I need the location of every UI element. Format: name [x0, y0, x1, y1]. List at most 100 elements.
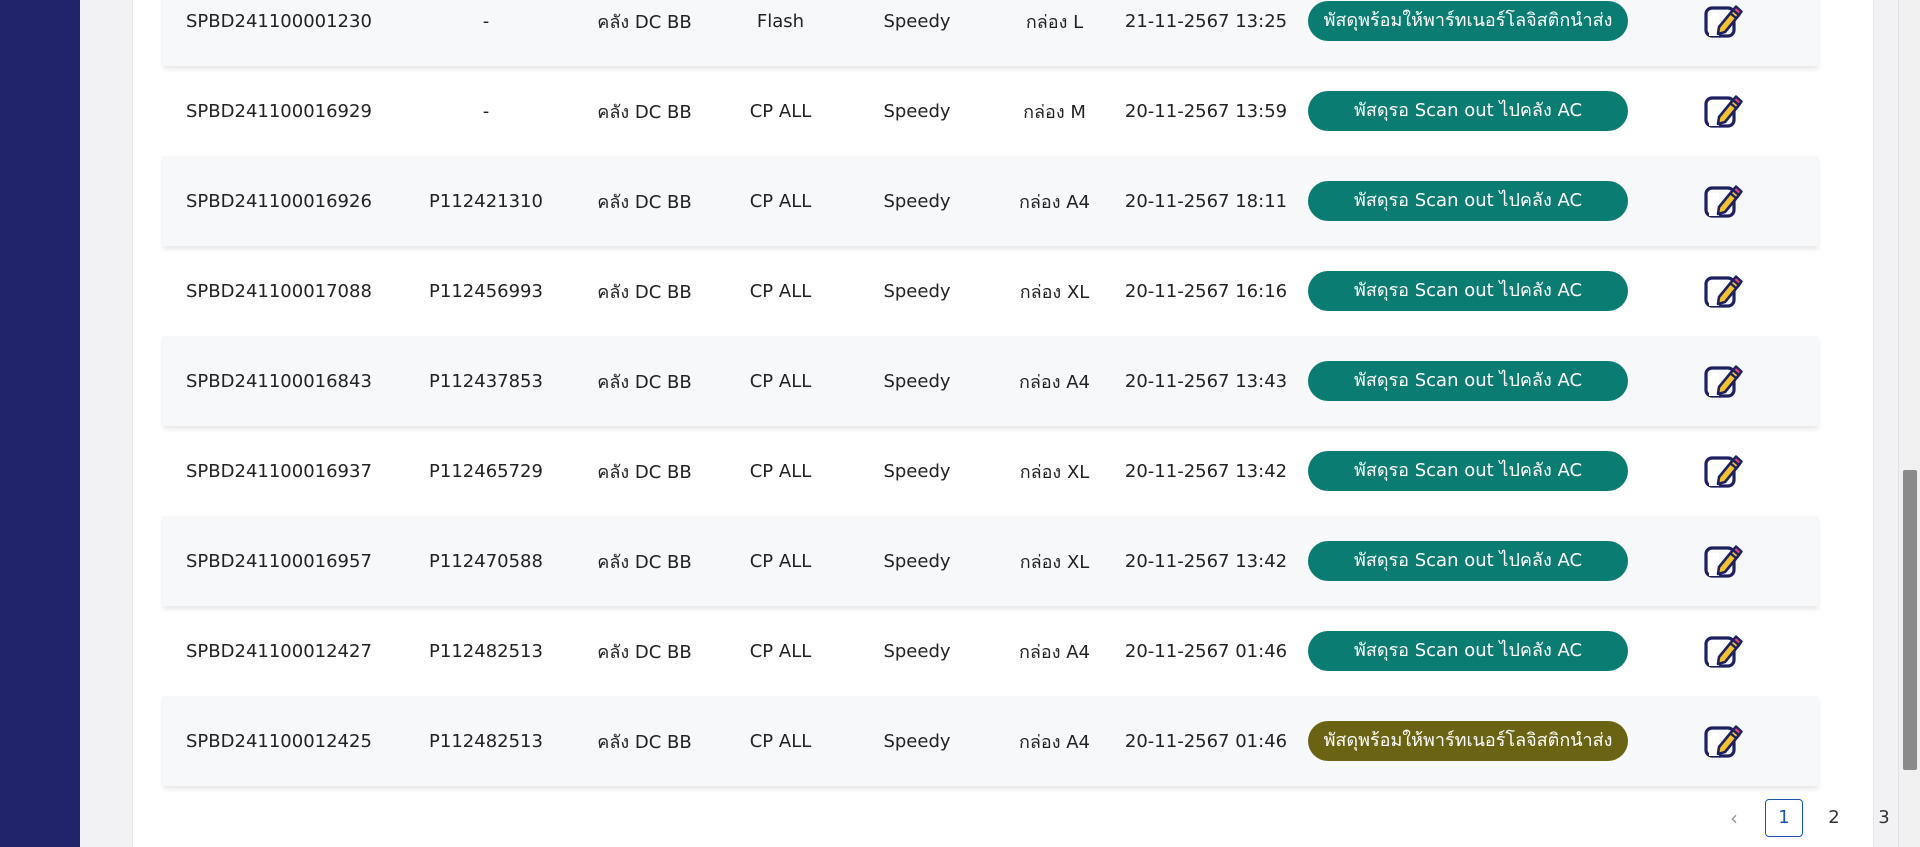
vertical-scrollbar[interactable] [1898, 0, 1920, 847]
status-badge: พัสดุพร้อมให้พาร์ทเนอร์โลจิสติกนำส่ง [1308, 721, 1628, 761]
warehouse-cell: คลัง DC BB [597, 641, 692, 663]
carrier-cell: CP ALL [749, 100, 812, 122]
edit-button[interactable] [1702, 720, 1744, 762]
edit-icon [1704, 185, 1743, 218]
parcel-id-cell: SPBD241100001230 [186, 10, 372, 32]
parcel-id-cell: SPBD241100016957 [186, 550, 372, 572]
scrollbar-thumb[interactable] [1903, 470, 1917, 770]
warehouse-cell: คลัง DC BB [597, 461, 692, 483]
datetime-cell: 20-11-2567 01:46 [1124, 640, 1288, 662]
parcel-id-cell: SPBD241100016843 [186, 370, 372, 392]
status-badge: พัสดุรอ Scan out ไปคลัง AC [1308, 451, 1628, 491]
box-size-cell: กล่อง A4 [1018, 371, 1090, 393]
pagination: ‹ 1 2 3 › [1715, 799, 1920, 837]
status-badge: พัสดุรอ Scan out ไปคลัง AC [1308, 181, 1628, 221]
parcel-table: SPBD241100001230 - คลัง DC BB Flash Spee… [163, 0, 1818, 786]
status-cell: พัสดุรอ Scan out ไปคลัง AC [1288, 361, 1648, 401]
carrier-cell: Flash [756, 10, 805, 32]
main-content: SPBD241100001230 - คลัง DC BB Flash Spee… [80, 0, 1898, 847]
po-number-cell: P112456993 [429, 280, 543, 302]
status-badge: พัสดุรอ Scan out ไปคลัง AC [1308, 361, 1628, 401]
datetime-cell: 20-11-2567 13:43 [1124, 370, 1288, 392]
po-number-cell: - [482, 100, 490, 122]
po-number-cell: P112421310 [429, 190, 543, 212]
status-cell: พัสดุรอ Scan out ไปคลัง AC [1288, 91, 1648, 131]
parcel-id-cell: SPBD241100016929 [186, 100, 372, 122]
edit-cell [1648, 180, 1798, 222]
datetime-cell: 20-11-2567 13:59 [1124, 100, 1288, 122]
edit-icon [1704, 545, 1743, 578]
warehouse-cell: คลัง DC BB [597, 731, 692, 753]
edit-button[interactable] [1702, 450, 1744, 492]
status-cell: พัสดุรอ Scan out ไปคลัง AC [1288, 451, 1648, 491]
table-row: SPBD241100012427 P112482513 คลัง DC BB C… [163, 606, 1818, 696]
parcel-id-cell: SPBD241100016937 [186, 460, 372, 482]
table-row: SPBD241100016937 P112465729 คลัง DC BB C… [163, 426, 1818, 516]
datetime-cell: 20-11-2567 13:42 [1124, 460, 1288, 482]
box-size-cell: กล่อง A4 [1018, 641, 1090, 663]
edit-cell [1648, 720, 1798, 762]
service-cell: Speedy [883, 190, 951, 212]
edit-button[interactable] [1702, 0, 1744, 42]
edit-icon [1704, 5, 1743, 38]
table-row: SPBD241100016957 P112470588 คลัง DC BB C… [163, 516, 1818, 606]
status-badge: พัสดุรอ Scan out ไปคลัง AC [1308, 541, 1628, 581]
box-size-cell: กล่อง XL [1019, 461, 1090, 483]
service-cell: Speedy [883, 280, 951, 302]
warehouse-cell: คลัง DC BB [597, 281, 692, 303]
warehouse-cell: คลัง DC BB [597, 551, 692, 573]
datetime-cell: 20-11-2567 01:46 [1124, 730, 1288, 752]
datetime-cell: 20-11-2567 16:16 [1124, 280, 1288, 302]
status-badge: พัสดุพร้อมให้พาร์ทเนอร์โลจิสติกนำส่ง [1308, 1, 1628, 41]
status-cell: พัสดุรอ Scan out ไปคลัง AC [1288, 541, 1648, 581]
table-row: SPBD241100016929 - คลัง DC BB CP ALL Spe… [163, 66, 1818, 156]
parcel-id-cell: SPBD241100016926 [186, 190, 372, 212]
parcel-id-cell: SPBD241100012427 [186, 640, 372, 662]
status-badge: พัสดุรอ Scan out ไปคลัง AC [1308, 91, 1628, 131]
status-cell: พัสดุพร้อมให้พาร์ทเนอร์โลจิสติกนำส่ง [1288, 721, 1648, 761]
edit-cell [1648, 540, 1798, 582]
table-row: SPBD241100016843 P112437853 คลัง DC BB C… [163, 336, 1818, 426]
service-cell: Speedy [883, 550, 951, 572]
po-number-cell: P112465729 [429, 460, 543, 482]
edit-button[interactable] [1702, 270, 1744, 312]
edit-icon [1704, 365, 1743, 398]
box-size-cell: กล่อง M [1023, 101, 1086, 123]
edit-button[interactable] [1702, 360, 1744, 402]
prev-page-button[interactable]: ‹ [1715, 799, 1753, 837]
carrier-cell: CP ALL [749, 640, 812, 662]
edit-button[interactable] [1702, 540, 1744, 582]
carrier-cell: CP ALL [749, 280, 812, 302]
table-row: SPBD241100017088 P112456993 คลัง DC BB C… [163, 246, 1818, 336]
edit-button[interactable] [1702, 90, 1744, 132]
box-size-cell: กล่อง A4 [1018, 191, 1090, 213]
warehouse-cell: คลัง DC BB [597, 101, 692, 123]
edit-button[interactable] [1702, 180, 1744, 222]
status-badge: พัสดุรอ Scan out ไปคลัง AC [1308, 631, 1628, 671]
edit-icon [1704, 95, 1743, 128]
edit-cell [1648, 450, 1798, 492]
table-row: SPBD241100012425 P112482513 คลัง DC BB C… [163, 696, 1818, 786]
datetime-cell: 20-11-2567 18:11 [1124, 190, 1288, 212]
status-cell: พัสดุพร้อมให้พาร์ทเนอร์โลจิสติกนำส่ง [1288, 1, 1648, 41]
box-size-cell: กล่อง L [1025, 11, 1084, 33]
parcel-table-card: SPBD241100001230 - คลัง DC BB Flash Spee… [132, 0, 1890, 847]
edit-cell [1648, 360, 1798, 402]
box-size-cell: กล่อง XL [1019, 551, 1090, 573]
service-cell: Speedy [883, 460, 951, 482]
edit-button[interactable] [1702, 630, 1744, 672]
edit-icon [1704, 275, 1743, 308]
page-2-button[interactable]: 2 [1815, 799, 1853, 837]
status-cell: พัสดุรอ Scan out ไปคลัง AC [1288, 271, 1648, 311]
carrier-cell: CP ALL [749, 730, 812, 752]
po-number-cell: P112482513 [429, 640, 543, 662]
edit-cell [1648, 90, 1798, 132]
carrier-cell: CP ALL [749, 460, 812, 482]
edit-cell [1648, 270, 1798, 312]
po-number-cell: P112470588 [429, 550, 543, 572]
page-1-button[interactable]: 1 [1765, 799, 1803, 837]
datetime-cell: 21-11-2567 13:25 [1124, 10, 1288, 32]
po-number-cell: P112437853 [429, 370, 543, 392]
service-cell: Speedy [883, 100, 951, 122]
datetime-cell: 20-11-2567 13:42 [1124, 550, 1288, 572]
